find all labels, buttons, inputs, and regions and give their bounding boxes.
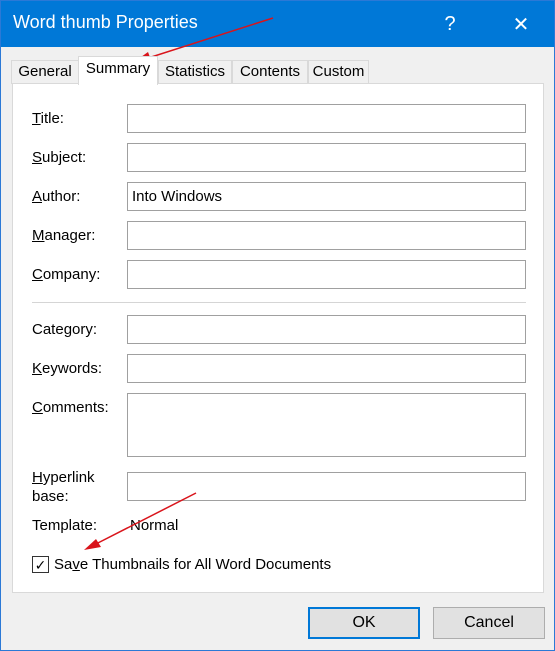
ok-button[interactable]: OK (308, 607, 420, 639)
category-label: Category: (32, 321, 98, 338)
tab-contents[interactable]: Contents (232, 60, 308, 84)
manager-field[interactable] (127, 221, 526, 250)
save-thumbnails-label: Save Thumbnails for All Word Documents (54, 556, 332, 573)
title-label: Title: (32, 110, 64, 127)
help-button[interactable]: ? (427, 1, 473, 47)
keywords-field[interactable] (127, 354, 526, 383)
title-field[interactable] (127, 104, 526, 133)
author-field[interactable] (127, 182, 526, 211)
comments-field[interactable] (127, 393, 526, 457)
cancel-button[interactable]: Cancel (433, 607, 545, 639)
properties-dialog: Word thumb Properties ? ✕ General Summar… (0, 0, 555, 651)
title-bar[interactable]: Word thumb Properties ? ✕ (1, 1, 554, 47)
company-label: Company: (32, 266, 101, 283)
close-icon[interactable]: ✕ (498, 1, 544, 47)
author-label: Author: (32, 188, 81, 205)
subject-label: Subject: (32, 149, 87, 166)
tab-custom[interactable]: Custom (308, 60, 369, 84)
manager-label: Manager: (32, 227, 96, 244)
subject-field[interactable] (127, 143, 526, 172)
template-value: Normal (130, 517, 179, 534)
template-label: Template: (32, 517, 98, 534)
tab-statistics[interactable]: Statistics (158, 60, 232, 84)
comments-label: Comments: (32, 399, 109, 416)
tab-general[interactable]: General (11, 60, 79, 84)
summary-panel: Title: Subject: Author: Manager: Company… (12, 83, 544, 593)
hyperlink-base-label-line2: base: (32, 488, 69, 505)
window-title: Word thumb Properties (13, 12, 198, 32)
save-thumbnails-checkbox[interactable]: ✓ (32, 556, 49, 573)
category-field[interactable] (127, 315, 526, 344)
hyperlink-base-label-line1: Hyperlink (32, 469, 95, 486)
keywords-label: Keywords: (32, 360, 103, 377)
save-thumbnails-row[interactable]: ✓ Save Thumbnails for All Word Documents (32, 556, 331, 573)
hyperlink-base-field[interactable] (127, 472, 526, 501)
tab-summary[interactable]: Summary (78, 56, 158, 85)
company-field[interactable] (127, 260, 526, 289)
section-divider (32, 302, 526, 303)
